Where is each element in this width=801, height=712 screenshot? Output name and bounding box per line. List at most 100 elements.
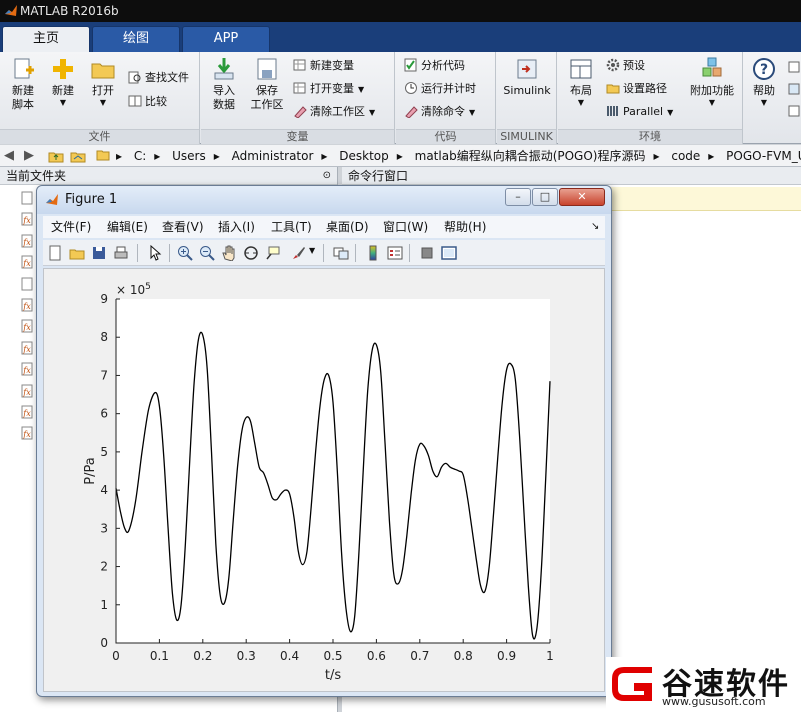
menu-insert[interactable]: 插入(I) xyxy=(218,216,255,238)
colorbar-icon[interactable] xyxy=(365,245,381,261)
pressure-time-chart[interactable]: 0 0.1 0.2 0.3 0.4 0.5 0.6 0.7 0.8 0.9 10123456789 … xyxy=(44,269,604,691)
svg-text:fx: fx xyxy=(22,409,31,418)
compare-button[interactable]: 比较 xyxy=(128,92,167,112)
open-file-icon[interactable] xyxy=(69,245,85,261)
mfile-icon[interactable]: fx xyxy=(20,384,34,398)
y-tick-label: 9 xyxy=(100,292,108,306)
mfile-icon[interactable]: fx xyxy=(20,212,34,226)
breadcrumb-item[interactable]: code xyxy=(671,149,700,163)
clear-commands-icon xyxy=(405,106,418,118)
breadcrumb-separator-icon: ▸ xyxy=(321,149,328,163)
open-variable-button[interactable]: 打开变量 ▼ xyxy=(293,79,364,99)
ribbon-section-variable: 导入 数据 保存 工作区 新建变量 打开变量 ▼ 清除工作区 ▼ 变量 xyxy=(201,52,395,144)
brush-icon[interactable] xyxy=(291,245,307,261)
mfile-icon[interactable]: fx xyxy=(20,362,34,376)
x-tick-label: 0 xyxy=(112,649,120,663)
addons-button[interactable]: 附加功能 ▼ xyxy=(686,56,738,107)
addons-dropdown-icon: ▼ xyxy=(708,98,716,107)
rotate-3d-icon[interactable] xyxy=(243,245,259,261)
help-button[interactable]: ? 帮助 ▼ xyxy=(748,56,780,107)
open-button[interactable]: 打开 ▼ xyxy=(86,56,120,107)
save-workspace-button[interactable]: 保存 工作区 xyxy=(247,56,287,112)
new-figure-icon[interactable] xyxy=(47,245,63,261)
new-button[interactable]: 新建 ▼ xyxy=(46,56,80,107)
help-dropdown-icon: ▼ xyxy=(760,98,768,107)
menu-tools[interactable]: 工具(T) xyxy=(271,216,312,238)
brush-dropdown-icon[interactable]: ▼ xyxy=(309,246,315,255)
simulink-button[interactable]: Simulink xyxy=(501,56,553,98)
zoom-in-icon[interactable] xyxy=(177,245,193,261)
mfile-icon[interactable]: fx xyxy=(20,255,34,269)
new-script-button[interactable]: 新建 脚本 xyxy=(6,56,40,112)
clear-workspace-button[interactable]: 清除工作区 ▼ xyxy=(293,102,375,122)
clear-commands-button[interactable]: 清除命令 ▼ xyxy=(404,102,475,122)
analyze-code-button[interactable]: 分析代码 xyxy=(404,56,465,76)
save-icon[interactable] xyxy=(91,245,107,261)
maximize-button[interactable]: □ xyxy=(532,188,558,206)
breadcrumb-separator-icon: ▸ xyxy=(653,149,660,163)
parallel-button[interactable]: Parallel ▼ xyxy=(606,102,673,122)
resources-more-icon[interactable] xyxy=(788,60,800,120)
mfile-icon[interactable]: fx xyxy=(20,319,34,333)
plot-area: 0 0.1 0.2 0.3 0.4 0.5 0.6 0.7 0.8 0.9 1 0 1 2 3 4 5 6 7 8 9 … xyxy=(43,268,605,692)
run-and-time-button[interactable]: 运行并计时 xyxy=(404,79,476,99)
dock-arrow-icon[interactable]: ↘ xyxy=(591,216,599,238)
forward-arrow-icon[interactable]: ▶ xyxy=(24,145,34,167)
y-tick-label: 3 xyxy=(100,521,108,535)
new-variable-button[interactable]: 新建变量 xyxy=(293,56,354,76)
breadcrumb-item[interactable]: Administrator xyxy=(232,149,314,163)
show-plot-tools-icon[interactable] xyxy=(441,245,457,261)
hide-plot-tools-icon[interactable] xyxy=(419,245,435,261)
browse-folder-icon[interactable] xyxy=(70,148,86,164)
mfile-icon[interactable]: fx xyxy=(20,426,34,440)
legend-icon[interactable] xyxy=(387,245,403,261)
svg-text:fx: fx xyxy=(22,323,31,332)
pan-hand-icon[interactable] xyxy=(221,245,237,261)
pointer-icon[interactable] xyxy=(147,245,163,261)
close-button[interactable]: ✕ xyxy=(559,188,605,206)
figure-title-bar[interactable]: Figure 1 – □ ✕ xyxy=(37,186,611,214)
y-exponent-label: × 105 xyxy=(116,282,151,297)
layout-button[interactable]: 布局 ▼ xyxy=(564,56,598,107)
tab-apps[interactable]: APP xyxy=(182,26,270,52)
up-folder-icon[interactable] xyxy=(48,148,64,164)
panel-menu-icon[interactable]: ⊙ xyxy=(323,167,331,185)
set-path-button[interactable]: 设置路径 xyxy=(606,79,667,99)
menu-help[interactable]: 帮助(H) xyxy=(444,216,486,238)
menu-file[interactable]: 文件(F) xyxy=(51,216,91,238)
breadcrumb-item[interactable]: Desktop xyxy=(339,149,389,163)
figure-window: Figure 1 – □ ✕ 文件(F) 编辑(E) 查看(V) 插入(I) 工… xyxy=(36,185,612,697)
mfile-icon[interactable]: fx xyxy=(20,341,34,355)
svg-text:fx: fx xyxy=(22,238,31,247)
find-files-button[interactable]: 查找文件 xyxy=(128,68,189,88)
file-icon[interactable] xyxy=(20,191,34,205)
breadcrumb-item[interactable]: matlab编程纵向耦合振动(POGO)程序源码 xyxy=(415,149,646,163)
tab-plots[interactable]: 绘图 xyxy=(92,26,180,52)
mfile-icon[interactable]: fx xyxy=(20,405,34,419)
zoom-out-icon[interactable] xyxy=(199,245,215,261)
menu-desktop[interactable]: 桌面(D) xyxy=(326,216,369,238)
breadcrumb-item[interactable]: POGO-FVM_Up xyxy=(726,149,801,163)
svg-text:fx: fx xyxy=(22,366,31,375)
breadcrumb-item[interactable]: C: xyxy=(134,149,146,163)
mfile-icon[interactable]: fx xyxy=(20,298,34,312)
import-data-button[interactable]: 导入 数据 xyxy=(207,56,241,112)
svg-text:fx: fx xyxy=(22,216,31,225)
back-arrow-icon[interactable]: ◀ xyxy=(4,145,14,167)
svg-text:fx: fx xyxy=(22,302,31,311)
menu-edit[interactable]: 编辑(E) xyxy=(107,216,148,238)
x-tick-label: 0.9 xyxy=(497,649,516,663)
preferences-button[interactable]: 预设 xyxy=(606,56,645,76)
tab-home[interactable]: 主页 xyxy=(2,26,90,53)
compare-icon xyxy=(128,95,142,107)
print-icon[interactable] xyxy=(113,245,129,261)
data-cursor-icon[interactable] xyxy=(265,245,281,261)
mfile-icon[interactable]: fx xyxy=(20,234,34,248)
link-plot-icon[interactable] xyxy=(333,245,349,261)
menu-window[interactable]: 窗口(W) xyxy=(383,216,428,238)
breadcrumb-separator-icon: ▸ xyxy=(396,149,403,163)
file-icon[interactable] xyxy=(20,277,34,291)
minimize-button[interactable]: – xyxy=(505,188,531,206)
breadcrumb-item[interactable]: Users xyxy=(172,149,206,163)
menu-view[interactable]: 查看(V) xyxy=(162,216,204,238)
